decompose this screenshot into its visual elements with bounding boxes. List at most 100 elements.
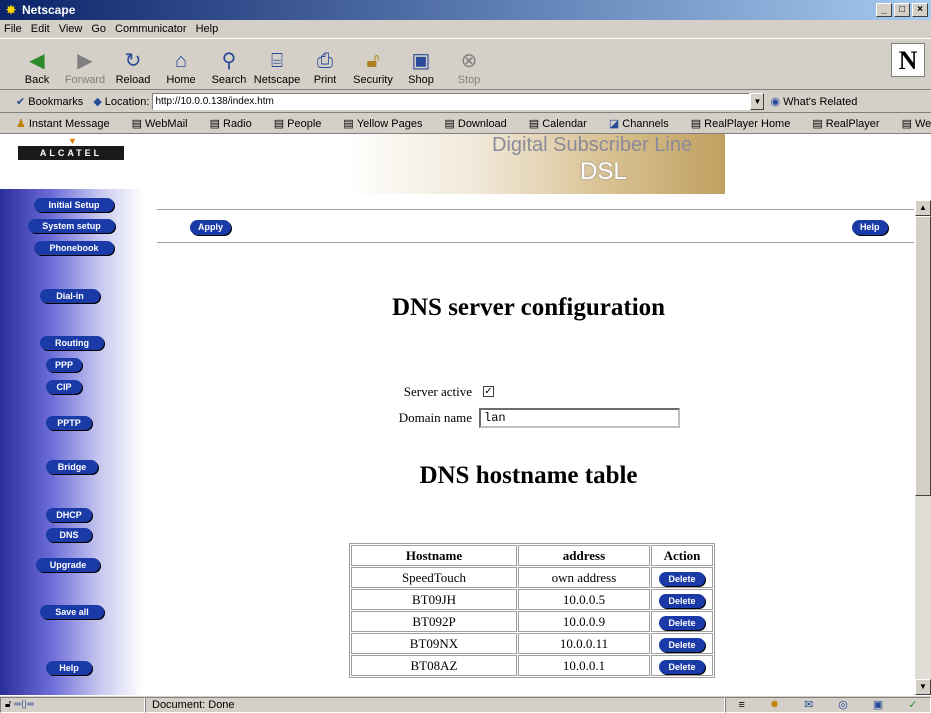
home-icon: ⌂ <box>174 50 188 72</box>
address-cell: 10.0.0.9 <box>518 611 650 632</box>
pt-yellow-pages[interactable]: ▤ Yellow Pages <box>343 117 433 130</box>
pt-realplayer[interactable]: ▤ RealPlayer <box>812 117 890 130</box>
composer-icon[interactable]: ▣ <box>873 698 883 711</box>
page-title: DNS server configuration <box>391 294 666 321</box>
netscape-button[interactable]: ⌸ Netscape <box>254 41 300 89</box>
scroll-thumb[interactable] <box>915 216 931 496</box>
navigator-icon[interactable]: ✸ <box>770 698 779 711</box>
groups-icon[interactable]: ◎ <box>838 698 848 711</box>
action-cell: Delete <box>651 589 713 610</box>
delete-button[interactable]: Delete <box>659 637 705 652</box>
check-icon[interactable]: ✓ <box>908 698 917 711</box>
pt-label: WebMail <box>145 117 188 130</box>
pt-webmail[interactable]: ▤ WebMail <box>132 117 199 130</box>
nav-dns[interactable]: DNS <box>46 528 92 542</box>
forward-label: Forward <box>64 74 106 86</box>
maximize-button[interactable]: □ <box>894 3 910 17</box>
nav-cip[interactable]: CIP <box>46 380 82 394</box>
hostname-cell: BT09JH <box>351 589 517 610</box>
reload-button[interactable]: ↻ Reload <box>110 41 156 89</box>
nav-bridge[interactable]: Bridge <box>46 460 98 474</box>
forward-arrow-icon: ▶ <box>77 50 93 72</box>
shop-button[interactable]: ▣ Shop <box>398 41 444 89</box>
delete-button[interactable]: Delete <box>659 659 705 674</box>
whats-related-label: What's Related <box>783 96 858 108</box>
pt-label: Calendar <box>542 117 587 130</box>
bookmark-page-icon: ▤ <box>209 117 220 130</box>
netscape-logo[interactable]: N <box>891 43 925 77</box>
status-bar: 🔓︎ ═▯═ Document: Done ≡ ✸ ✉ ◎ ▣ ✓ <box>0 695 931 713</box>
pt-download[interactable]: ▤ Download <box>444 117 517 130</box>
pt-realplayer-home[interactable]: ▤ RealPlayer Home <box>691 117 802 130</box>
pt-label: Instant Message <box>28 117 110 130</box>
nav-ppp[interactable]: PPP <box>46 358 82 372</box>
vertical-scrollbar[interactable]: ▲ ▼ <box>915 200 931 695</box>
nav-pptp[interactable]: PPTP <box>46 416 92 430</box>
pt-label: People <box>287 117 322 130</box>
server-active-checkbox[interactable]: ✓ <box>483 386 494 397</box>
stop-button[interactable]: ⊗ Stop <box>446 41 492 89</box>
bookmark-page-icon: ▤ <box>901 117 912 130</box>
menu-view[interactable]: View <box>59 23 83 35</box>
home-button[interactable]: ⌂ Home <box>158 41 204 89</box>
url-input[interactable]: http://10.0.0.138/index.htm <box>152 93 751 110</box>
reload-label: Reload <box>115 74 151 86</box>
url-dropdown-button[interactable]: ▼ <box>750 93 765 110</box>
pt-people[interactable]: ▤ People <box>274 117 333 130</box>
help-button[interactable]: Help <box>852 220 888 235</box>
whats-related-button[interactable]: ◉ What's Related <box>770 95 857 108</box>
stop-icon: ⊗ <box>460 50 478 72</box>
pt-instant-message[interactable]: ♟ Instant Message <box>16 117 121 130</box>
bookmarks-button[interactable]: ✔ Bookmarks <box>16 95 83 108</box>
back-button[interactable]: ◀ Back <box>14 41 60 89</box>
menu-communicator[interactable]: Communicator <box>115 23 187 35</box>
delete-button[interactable]: Delete <box>659 571 705 586</box>
table-title: DNS hostname table <box>419 462 638 489</box>
nav-help[interactable]: Help <box>46 661 92 675</box>
security-button[interactable]: 🔓︎ Security <box>350 41 396 89</box>
menu-edit[interactable]: Edit <box>31 23 50 35</box>
personal-toolbar: ♟ Instant Message ▤ WebMail ▤ Radio ▤ People… <box>0 113 931 134</box>
progress-icon[interactable]: ≡ <box>738 699 744 711</box>
scroll-down-button[interactable]: ▼ <box>915 679 931 695</box>
instant-message-icon: ♟ <box>16 117 26 130</box>
title-bar: ✸ Netscape _ □ × <box>0 0 931 20</box>
nav-phonebook[interactable]: Phonebook <box>34 241 114 255</box>
nav-save-all[interactable]: Save all <box>40 605 104 619</box>
delete-button[interactable]: Delete <box>659 615 705 630</box>
menu-bar: File Edit View Go Communicator Help <box>0 20 931 38</box>
nav-dhcp[interactable]: DHCP <box>46 508 92 522</box>
close-button[interactable]: × <box>912 3 928 17</box>
menu-file[interactable]: File <box>4 23 22 35</box>
table-row: BT08AZ 10.0.0.1 Delete <box>351 655 713 676</box>
pt-welcome[interactable]: ▤Welcome to Liq <box>902 117 931 130</box>
bookmark-page-icon: ▤ <box>528 117 540 130</box>
pt-radio[interactable]: ▤ Radio <box>210 117 263 130</box>
pt-label: Radio <box>223 117 252 130</box>
nav-upgrade[interactable]: Upgrade <box>36 558 100 572</box>
nav-routing[interactable]: Routing <box>40 336 104 350</box>
domain-name-input[interactable]: lan <box>479 408 680 428</box>
delete-button[interactable]: Delete <box>659 593 705 608</box>
top-divider <box>157 209 914 211</box>
nav-dial-in[interactable]: Dial-in <box>40 289 100 303</box>
menu-go[interactable]: Go <box>91 23 106 35</box>
minimize-button[interactable]: _ <box>876 3 892 17</box>
search-button[interactable]: ⚲ Search <box>206 41 252 89</box>
print-icon: ⎙ <box>317 50 333 72</box>
nav-initial-setup[interactable]: Initial Setup <box>34 198 114 212</box>
pt-calendar[interactable]: ▤ Calendar <box>529 117 598 130</box>
table-row: BT092P 10.0.0.9 Delete <box>351 611 713 632</box>
print-button[interactable]: ⎙ Print <box>302 41 348 89</box>
apply-button[interactable]: Apply <box>190 220 232 235</box>
nav-system-setup[interactable]: System setup <box>28 219 115 233</box>
mail-icon[interactable]: ✉ <box>804 698 813 711</box>
menu-help[interactable]: Help <box>196 23 219 35</box>
pt-channels[interactable]: ◪ Channels <box>609 117 680 130</box>
scroll-up-button[interactable]: ▲ <box>915 200 931 216</box>
location-bar: ✔ Bookmarks ◆ Location: http://10.0.0.13… <box>0 91 931 113</box>
forward-button[interactable]: ▶ Forward <box>62 41 108 89</box>
pt-label: Download <box>457 117 507 130</box>
search-label: Search <box>211 74 247 86</box>
domain-name-label: Domain name <box>398 410 472 425</box>
